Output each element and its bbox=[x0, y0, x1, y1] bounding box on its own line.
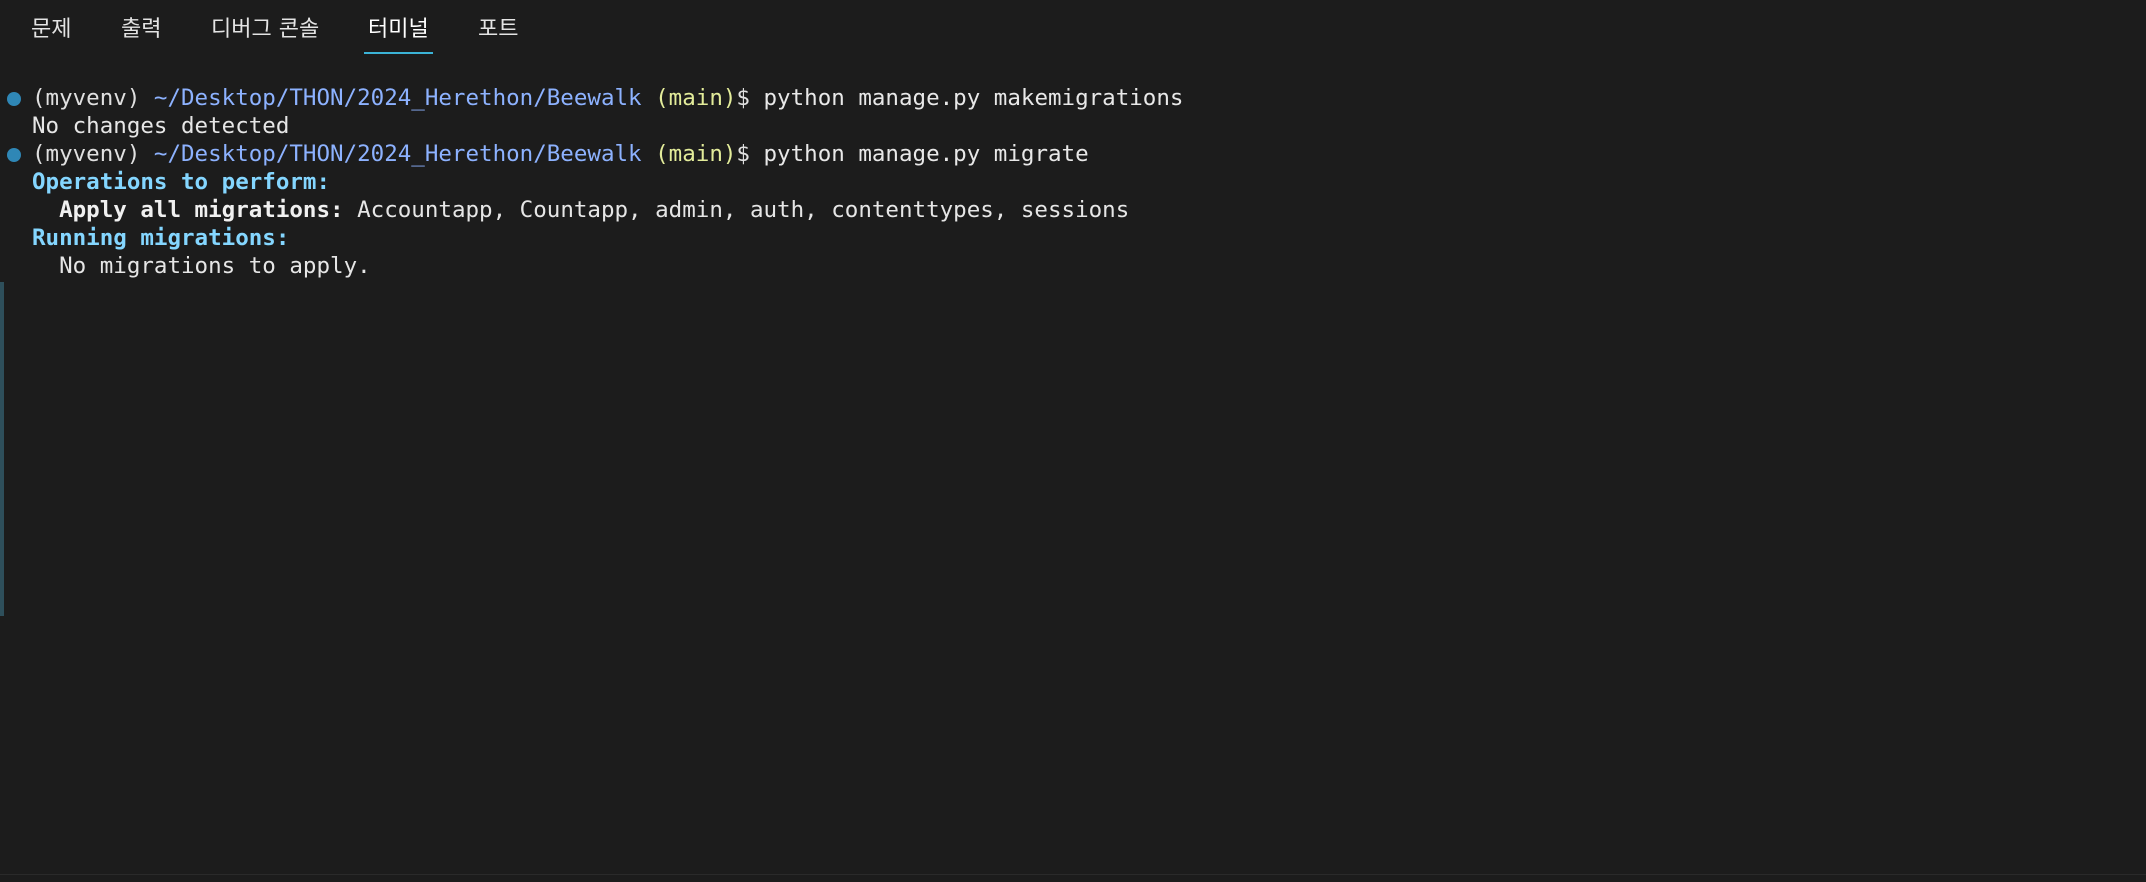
prompt-env: (myvenv) bbox=[32, 141, 141, 167]
apply-label: Apply all migrations: bbox=[59, 197, 344, 223]
tab-debug-console[interactable]: 디버그 콘솔 bbox=[207, 14, 323, 46]
no-migrations-text: No migrations to apply. bbox=[59, 253, 371, 279]
scroll-overview-bar[interactable] bbox=[0, 282, 4, 616]
terminal-output[interactable]: (myvenv) ~/Desktop/THON/2024_Herethon/Be… bbox=[0, 84, 2146, 864]
prompt-dollar: $ bbox=[736, 85, 750, 111]
panel-tab-bar: 문제 출력 디버그 콘솔 터미널 포트 bbox=[0, 0, 2146, 56]
prompt-branch: (main) bbox=[655, 85, 737, 111]
tab-problems[interactable]: 문제 bbox=[27, 14, 75, 46]
command-text: python manage.py makemigrations bbox=[763, 85, 1184, 111]
output-line: No changes detected bbox=[32, 113, 290, 139]
prompt-dollar: $ bbox=[736, 141, 750, 167]
tab-output[interactable]: 출력 bbox=[117, 14, 165, 46]
prompt-branch: (main) bbox=[655, 141, 737, 167]
tab-terminal[interactable]: 터미널 bbox=[364, 14, 433, 54]
command-decoration-circle-icon[interactable] bbox=[7, 92, 21, 106]
prompt-path: ~/Desktop/THON/2024_Herethon/Beewalk bbox=[153, 141, 642, 167]
command-decoration-circle-icon[interactable] bbox=[7, 148, 21, 162]
tab-ports[interactable]: 포트 bbox=[474, 14, 522, 46]
panel-bottom-divider bbox=[0, 874, 2146, 875]
command-line-makemigrations: (myvenv) ~/Desktop/THON/2024_Herethon/Be… bbox=[32, 84, 1183, 112]
prompt-path: ~/Desktop/THON/2024_Herethon/Beewalk bbox=[153, 85, 642, 111]
apply-value: Accountapp, Countapp, admin, auth, conte… bbox=[357, 197, 1130, 223]
prompt-env: (myvenv) bbox=[32, 85, 141, 111]
command-line-migrate: (myvenv) ~/Desktop/THON/2024_Herethon/Be… bbox=[32, 140, 1089, 168]
no-migrations-line: No migrations to apply. bbox=[32, 252, 371, 280]
apply-migrations-line: Apply all migrations: Accountapp, Counta… bbox=[32, 196, 1129, 224]
command-text: python manage.py migrate bbox=[763, 141, 1089, 167]
operations-header: Operations to perform: bbox=[32, 169, 331, 195]
running-migrations-header: Running migrations: bbox=[32, 225, 290, 251]
